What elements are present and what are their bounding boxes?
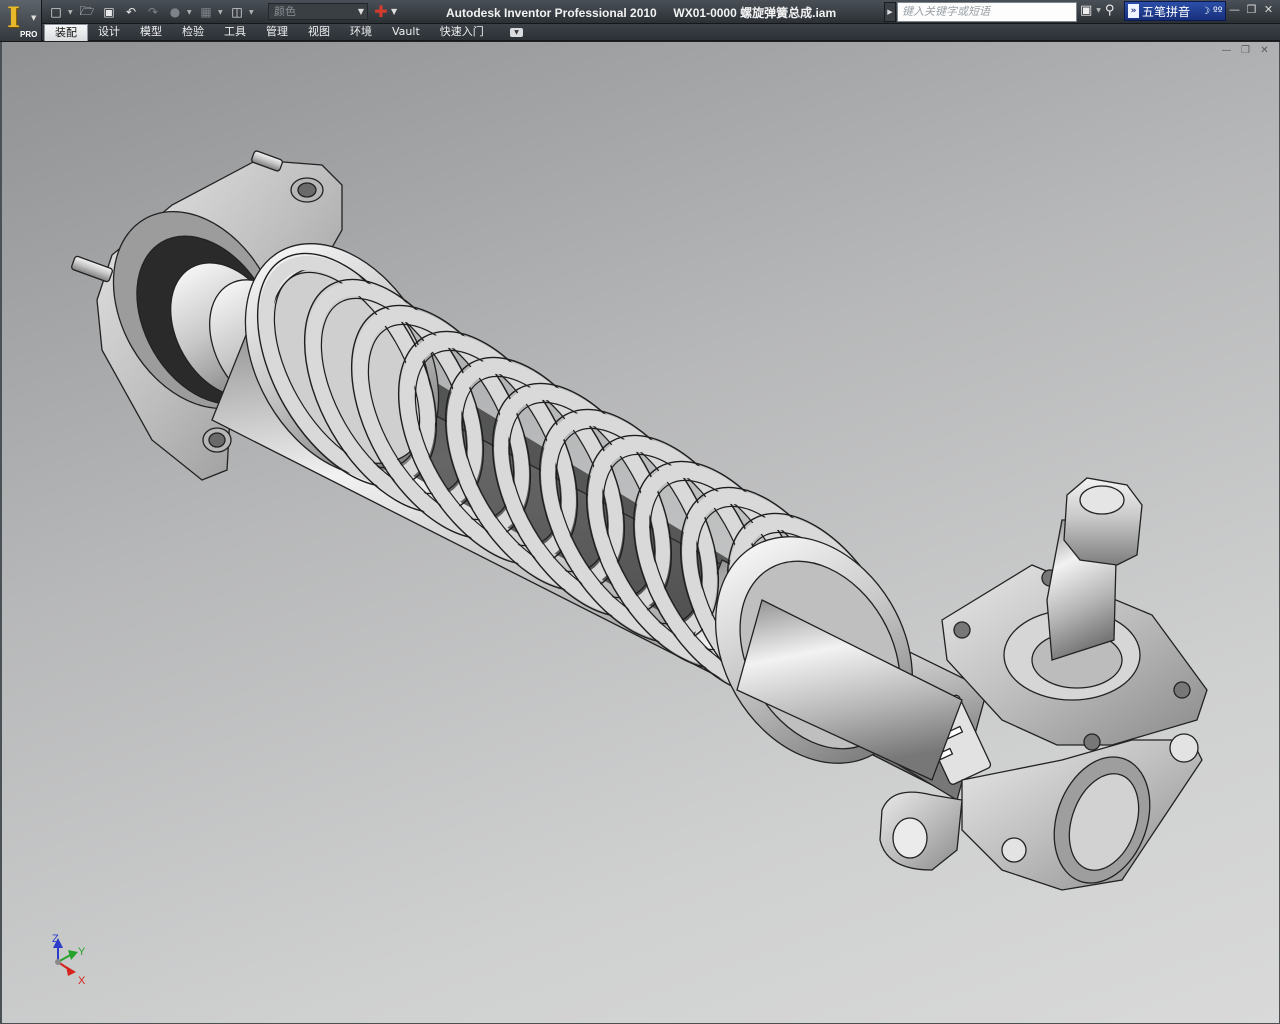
tab-get-started[interactable]: 快速入门	[430, 24, 494, 41]
edition-label: PRO	[20, 30, 38, 39]
help-search-input[interactable]: 键入关键字或短语	[897, 2, 1077, 22]
undo-icon[interactable]: ↶	[121, 3, 141, 22]
inventor-logo-icon: I	[7, 1, 21, 34]
binoculars-icon[interactable]: ▣	[1080, 3, 1092, 18]
infocenter-collapse-button[interactable]: ▶	[884, 2, 896, 22]
tab-model[interactable]: 模型	[130, 24, 172, 41]
ribbon-tabs: 装配 设计 模型 检验 工具 管理 视图 环境 Vault 快速入门	[44, 24, 494, 41]
y-axis-label: Y	[78, 946, 86, 958]
tab-assemble[interactable]: 装配	[44, 24, 88, 41]
chevron-down-icon: ▼	[391, 7, 398, 16]
triad-origin	[55, 959, 61, 965]
close-icon[interactable]: ✕	[1261, 3, 1276, 18]
crosshair-icon: ✚	[374, 2, 388, 21]
search-dropdown-icon[interactable]: ▼	[1096, 7, 1101, 14]
return-icon[interactable]: ●	[165, 3, 185, 22]
lower-spring-seat	[714, 536, 963, 781]
infocenter-icons: ▣ ▼ ⚲	[1080, 3, 1114, 18]
tab-design[interactable]: 设计	[88, 24, 130, 41]
redo-icon[interactable]: ↷	[143, 3, 163, 22]
tab-vault[interactable]: Vault	[382, 24, 430, 41]
tab-inspect[interactable]: 检验	[172, 24, 214, 41]
color-select-value: 颜色	[274, 5, 296, 18]
tab-tools[interactable]: 工具	[214, 24, 256, 41]
new-dropdown-icon[interactable]: ▼	[68, 9, 75, 16]
x-axis-arrow	[66, 966, 76, 976]
project-icon[interactable]: ▦	[196, 3, 216, 22]
project-dropdown-icon[interactable]: ▼	[218, 9, 225, 16]
minimize-icon[interactable]: —	[1227, 3, 1242, 18]
half-width-icon[interactable]: ☽	[1201, 6, 1210, 17]
tab-manage[interactable]: 管理	[256, 24, 298, 41]
color-override-select[interactable]: 颜色 ▼	[268, 3, 368, 20]
tab-environments[interactable]: 环境	[340, 24, 382, 41]
ime-toolbar[interactable]: » 五笔拼音 ☽ ºº	[1124, 1, 1226, 21]
ribbon-minimize-toggle[interactable]: ▼	[510, 28, 523, 37]
application-menu-button[interactable]: I ▼ PRO	[0, 0, 42, 42]
x-axis-label: X	[78, 975, 86, 987]
chevron-down-icon: ▼	[357, 7, 364, 16]
chevron-down-icon: ▼	[31, 14, 37, 22]
graphics-viewport[interactable]: — ❐ ✕ Z Y X	[0, 42, 1280, 1024]
title-bar: □ ▼ 🗁 ▣ ↶ ↷ ● ▼ ▦ ▼ ◫ ▼ 颜色 ▼ ✚ ▼ Autodesk In…	[0, 0, 1280, 24]
tab-view[interactable]: 视图	[298, 24, 340, 41]
update-icon[interactable]: ◫	[227, 3, 247, 22]
ribbon-tab-bar: 装配 设计 模型 检验 工具 管理 视图 环境 Vault 快速入门 ▼	[0, 24, 1280, 41]
return-dropdown-icon[interactable]: ▼	[187, 9, 194, 16]
coil-spring-assembly-model[interactable]	[2, 42, 1280, 1024]
window-controls: — ❐ ✕	[1227, 3, 1276, 18]
open-folder-icon[interactable]: 🗁	[77, 3, 97, 22]
update-dropdown-icon[interactable]: ▼	[249, 9, 256, 16]
y-axis-arrow	[68, 950, 78, 960]
save-icon[interactable]: ▣	[99, 3, 119, 22]
restore-icon[interactable]: ❐	[1244, 3, 1259, 18]
magnifier-icon[interactable]: ⚲	[1105, 3, 1115, 18]
punctuation-icon[interactable]: ºº	[1213, 6, 1222, 17]
new-file-icon[interactable]: □	[46, 3, 66, 22]
ime-name: 五笔拼音	[1142, 4, 1191, 19]
z-axis-label: Z	[52, 933, 59, 945]
ime-expand-icon[interactable]: »	[1128, 4, 1139, 18]
quick-access-toolbar: □ ▼ 🗁 ▣ ↶ ↷ ● ▼ ▦ ▼ ◫ ▼	[46, 2, 256, 22]
origin-axis-button[interactable]: ✚ ▼	[371, 2, 405, 21]
window-title: Autodesk Inventor Professional 2010 WX01…	[446, 6, 837, 20]
